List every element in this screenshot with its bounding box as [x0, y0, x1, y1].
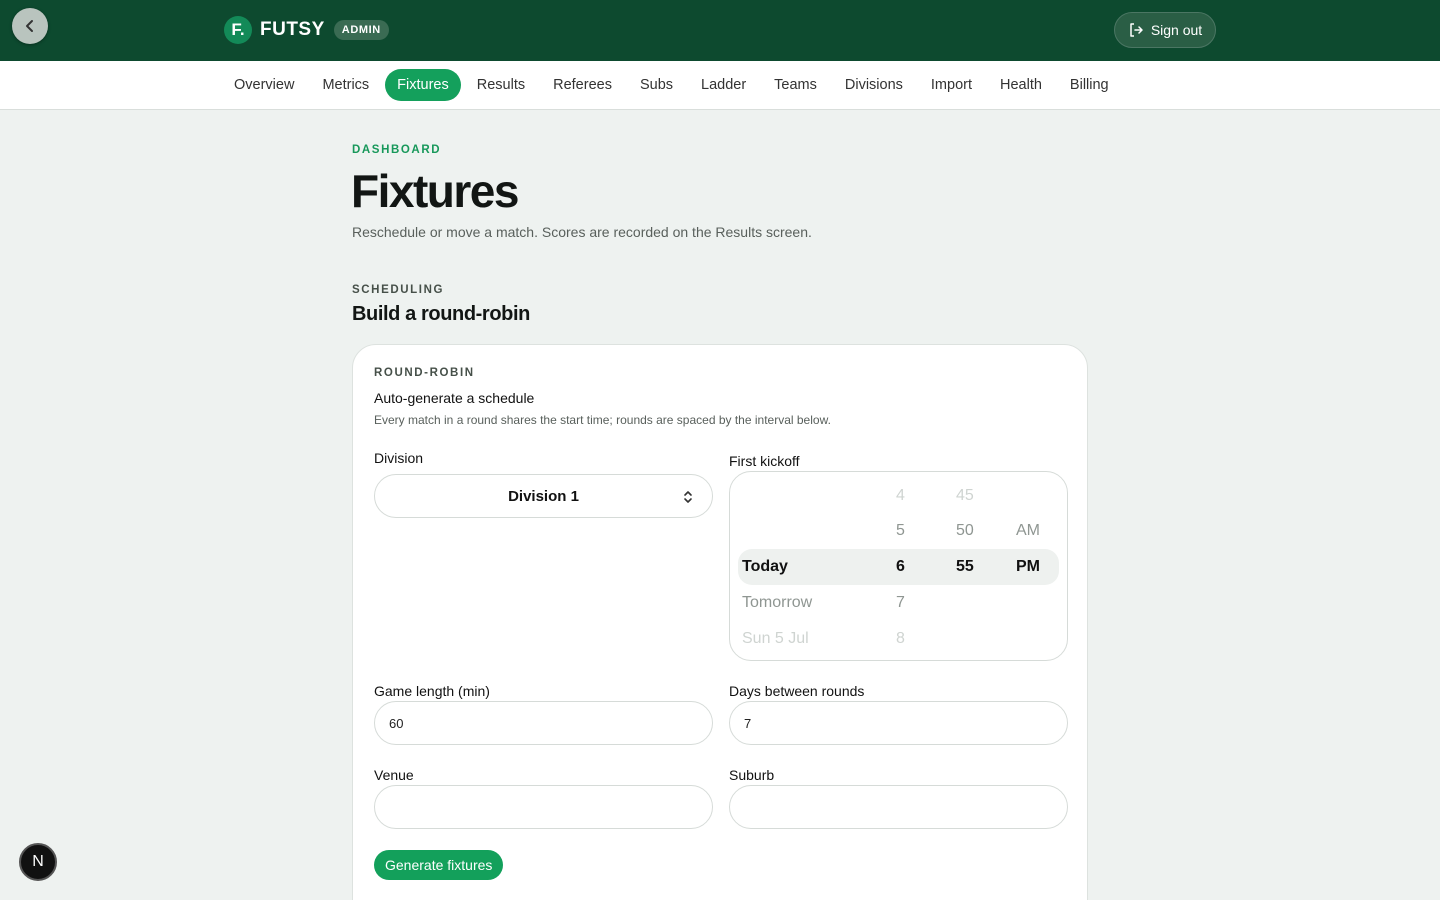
card-description: Every match in a round shares the start … — [374, 413, 831, 427]
sign-out-label: Sign out — [1150, 22, 1203, 38]
brand[interactable]: F. FUTSY ADMIN — [224, 16, 389, 44]
venue-input[interactable] — [374, 785, 713, 829]
section-title: Build a round-robin — [352, 303, 530, 325]
nav-results[interactable]: Results — [465, 69, 537, 101]
brand-logo: F. — [224, 16, 252, 44]
picker-minute-option[interactable]: 55 — [956, 558, 974, 576]
picker-hour-option[interactable]: 7 — [896, 594, 905, 612]
chevron-left-icon — [26, 20, 33, 32]
division-value: Division 1 — [508, 487, 579, 505]
division-select[interactable]: Division 1 — [374, 474, 713, 518]
card-eyebrow: ROUND-ROBIN — [374, 367, 475, 379]
picker-period-option[interactable]: AM — [1016, 522, 1040, 540]
picker-hour-option[interactable]: 6 — [896, 558, 905, 576]
picker-hour-option[interactable]: 4 — [896, 487, 905, 505]
picker-day-option[interactable]: Today — [742, 558, 788, 576]
nav-subs[interactable]: Subs — [628, 69, 685, 101]
suburb-label: Suburb — [729, 767, 775, 783]
nav-fixtures[interactable]: Fixtures — [385, 69, 461, 101]
kickoff-picker[interactable]: Today Tomorrow Sun 5 Jul 4 5 6 7 8 45 50… — [729, 471, 1068, 661]
nav-import[interactable]: Import — [919, 69, 984, 101]
back-button[interactable] — [12, 8, 48, 44]
nav-billing[interactable]: Billing — [1058, 69, 1121, 101]
picker-hour-option[interactable]: 8 — [896, 630, 905, 648]
days-between-label: Days between rounds — [729, 683, 865, 699]
brand-name: FUTSY — [260, 19, 325, 40]
venue-label: Venue — [374, 767, 414, 783]
picker-period-option[interactable]: PM — [1016, 558, 1040, 576]
dev-tools-badge[interactable]: N — [19, 843, 57, 881]
picker-day-option[interactable]: Tomorrow — [742, 594, 812, 612]
page-subtitle: Reschedule or move a match. Scores are r… — [352, 224, 812, 240]
picker-day-option[interactable]: Sun 5 Jul — [742, 630, 809, 648]
picker-minute-option[interactable]: 45 — [956, 487, 974, 505]
admin-badge: ADMIN — [333, 20, 389, 40]
suburb-input[interactable] — [729, 785, 1068, 829]
division-label: Division — [374, 450, 424, 466]
nav-divisions[interactable]: Divisions — [833, 69, 915, 101]
top-bar: F. FUTSY ADMIN Sign out — [0, 0, 1440, 61]
main-nav: Overview Metrics Fixtures Results Refere… — [0, 61, 1440, 110]
sign-out-button[interactable]: Sign out — [1114, 12, 1216, 48]
generate-fixtures-button[interactable]: Generate fixtures — [374, 850, 504, 880]
round-robin-card: ROUND-ROBIN Auto-generate a schedule Eve… — [352, 344, 1088, 900]
kickoff-label: First kickoff — [729, 453, 800, 469]
nav-health[interactable]: Health — [988, 69, 1054, 101]
page-eyebrow: DASHBOARD — [352, 144, 442, 156]
card-title: Auto-generate a schedule — [374, 390, 535, 406]
game-length-input[interactable]: 60 — [374, 701, 713, 745]
nav-overview[interactable]: Overview — [222, 69, 306, 101]
nav-teams[interactable]: Teams — [762, 69, 829, 101]
nav-referees[interactable]: Referees — [541, 69, 624, 101]
section-eyebrow: SCHEDULING — [352, 284, 445, 296]
nav-metrics[interactable]: Metrics — [310, 69, 381, 101]
game-length-label: Game length (min) — [374, 683, 490, 699]
nav-ladder[interactable]: Ladder — [689, 69, 758, 101]
picker-hour-option[interactable]: 5 — [896, 522, 905, 540]
page-title: Fixtures — [351, 165, 519, 217]
days-between-input[interactable]: 7 — [729, 701, 1068, 745]
chevron-up-down-icon — [684, 491, 692, 503]
sign-out-icon — [1130, 23, 1143, 37]
picker-minute-option[interactable]: 50 — [956, 522, 974, 540]
